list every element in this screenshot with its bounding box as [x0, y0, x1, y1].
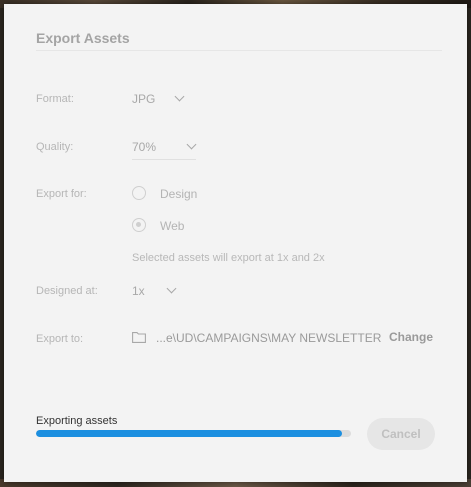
progress-bar-fill [36, 430, 342, 437]
title-divider [36, 50, 442, 51]
quality-underline [132, 159, 196, 160]
radio-label-design: Design [160, 187, 198, 201]
radio-selected-dot [136, 222, 141, 227]
export-to-label: Export to: [36, 333, 84, 345]
format-value: JPG [132, 92, 156, 106]
quality-label: Quality: [36, 141, 74, 153]
format-label: Format: [36, 93, 74, 105]
designed-at-label: Designed at: [36, 285, 98, 297]
chevron-down-icon [174, 91, 185, 102]
export-scale-note: Selected assets will export at 1x and 2x [132, 252, 325, 264]
radio-button-web[interactable] [132, 218, 146, 232]
radio-button-design[interactable] [132, 186, 146, 200]
cancel-button[interactable]: Cancel [367, 418, 435, 450]
progress-bar [36, 430, 351, 437]
chevron-down-icon [186, 139, 197, 150]
dialog-title: Export Assets [36, 30, 130, 46]
progress-label: Exporting assets [36, 415, 118, 427]
quality-value: 70% [132, 140, 157, 154]
export-assets-dialog: Export Assets Format: JPG Quality: 70% E… [4, 4, 467, 482]
designed-at-value: 1x [132, 284, 145, 298]
export-path: ...e\UD\CAMPAIGNS\MAY NEWSLETTER [156, 331, 382, 345]
chevron-down-icon [166, 283, 177, 294]
radio-label-web: Web [160, 219, 185, 233]
folder-icon [132, 332, 146, 343]
export-for-label: Export for: [36, 188, 87, 200]
change-button[interactable]: Change [389, 330, 433, 344]
